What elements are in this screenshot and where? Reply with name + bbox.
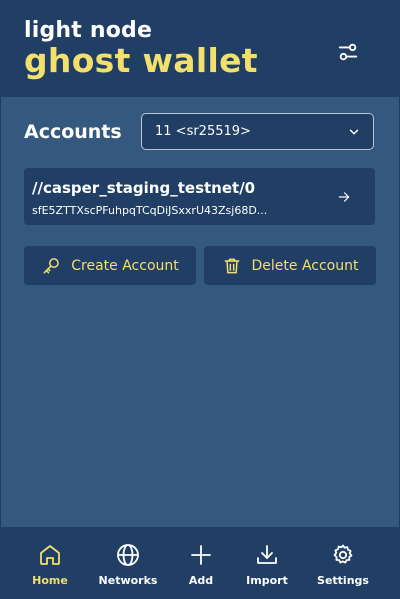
arrow-right-icon: [338, 192, 350, 202]
nav-home-label: Home: [32, 574, 68, 587]
app-header: light node ghost wallet: [0, 0, 400, 97]
plus-icon: [191, 545, 211, 565]
accounts-heading: Accounts: [24, 121, 122, 143]
delete-account-button[interactable]: Delete Account: [204, 246, 376, 285]
app-title-subtitle: light node: [24, 18, 153, 43]
account-address: sfE5ZTTXscPFuhpqTCqDiJSxxrU43Zsj68D...: [32, 204, 268, 217]
filter-settings-button[interactable]: [334, 38, 362, 66]
home-icon: [40, 545, 60, 565]
account-card[interactable]: //casper_staging_testnet/0 sfE5ZTTXscPFu…: [24, 168, 375, 225]
nav-home[interactable]: Home: [15, 543, 85, 593]
gear-icon: [333, 544, 353, 564]
app-title: ghost wallet: [24, 41, 258, 80]
account-select-value: 11 <sr25519>: [155, 124, 251, 139]
nav-networks-label: Networks: [98, 574, 158, 587]
create-account-button[interactable]: Create Account: [24, 246, 196, 285]
chevron-down-icon: [349, 129, 359, 135]
delete-account-label: Delete Account: [251, 257, 359, 274]
nav-import[interactable]: Import: [232, 543, 302, 593]
nav-add-label: Add: [188, 574, 214, 587]
account-select[interactable]: 11 <sr25519>: [141, 113, 374, 150]
globe-icon: [117, 544, 139, 566]
account-path: //casper_staging_testnet/0: [32, 179, 256, 197]
nav-settings-label: Settings: [317, 574, 369, 587]
key-icon: [43, 257, 60, 273]
create-account-label: Create Account: [71, 257, 179, 274]
trash-icon: [224, 258, 239, 273]
nav-networks[interactable]: Networks: [93, 543, 163, 593]
sliders-icon: [338, 43, 358, 61]
nav-settings[interactable]: Settings: [308, 543, 378, 593]
nav-add[interactable]: Add: [166, 543, 236, 593]
bottom-nav: Home Networks Add Import Settings: [0, 527, 400, 599]
download-icon: [257, 545, 277, 564]
nav-import-label: Import: [246, 574, 288, 587]
